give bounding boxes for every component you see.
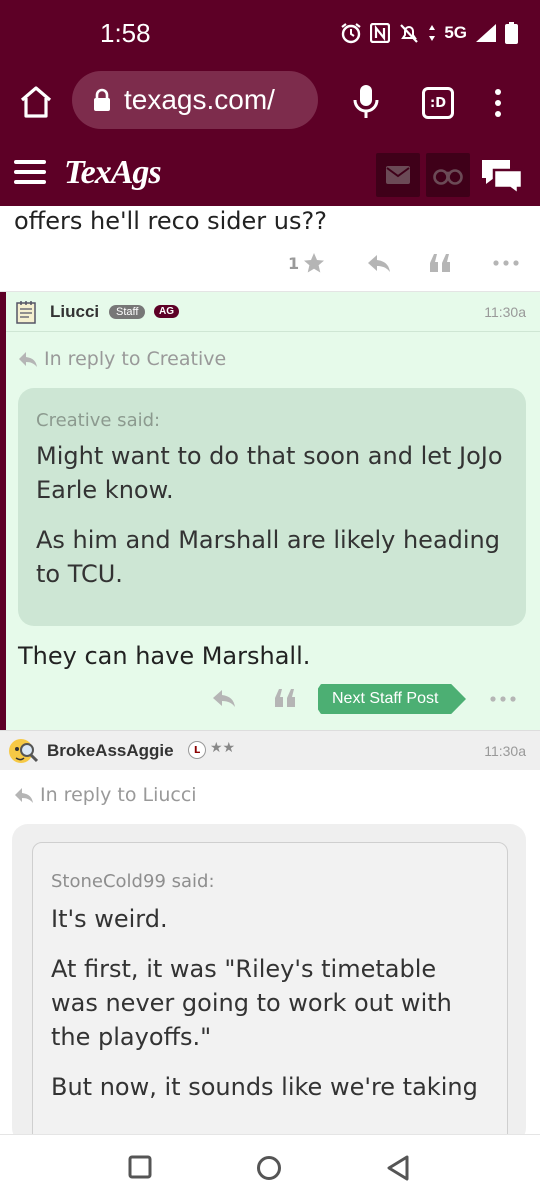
tab-switcher-label: :D: [430, 95, 446, 111]
quote-attribution: Creative said:: [36, 410, 161, 431]
post-header: BrokeAssAggie L ★★ 11:30a: [0, 730, 540, 770]
site-header: TexAgs: [0, 138, 540, 206]
mute-icon: [400, 24, 419, 43]
recents-icon[interactable]: [128, 1155, 152, 1179]
rank-stars: ★★: [210, 740, 236, 756]
post-actions: [212, 688, 296, 708]
in-reply-to-link[interactable]: In reply to Creative: [18, 348, 226, 370]
notepad-avatar-icon[interactable]: [16, 300, 36, 324]
browser-toolbar: texags.com/ :D: [0, 68, 540, 138]
reply-to-text: In reply to Creative: [44, 348, 227, 370]
status-time: 1:58: [100, 18, 151, 48]
signal-icon: [476, 24, 496, 42]
hamburger-menu-icon[interactable]: [14, 160, 46, 186]
url-bar[interactable]: texags.com/: [72, 71, 318, 129]
status-icons: 5G: [340, 22, 518, 44]
staff-post: Liucci Staff AG 11:30a In reply to Creat…: [0, 292, 540, 730]
l-badge: L: [188, 741, 206, 759]
quote-body: Might want to do that soon and let JoJo …: [36, 439, 508, 591]
screen: 1:58 5G texags.com/ :D TexAgs offers he'…: [0, 0, 540, 1200]
reply-arrow-icon: [19, 352, 37, 367]
watch-button[interactable]: [426, 153, 470, 197]
binoculars-icon: [433, 169, 463, 185]
quote-paragraph: As him and Marshall are likely heading t…: [36, 526, 501, 588]
post-actions: 1: [288, 252, 519, 274]
nfc-icon: [370, 23, 391, 43]
quote-block: Creative said: Might want to do that soo…: [18, 388, 526, 626]
home-icon[interactable]: [18, 82, 54, 122]
messages-button[interactable]: [376, 153, 420, 197]
post-text: They can have Marshall.: [18, 642, 311, 670]
reply-icon[interactable]: [367, 253, 391, 273]
staff-badge: Staff: [109, 305, 146, 319]
site-logo[interactable]: TexAgs: [64, 154, 162, 192]
home-circle-icon[interactable]: [256, 1155, 282, 1181]
quote-icon[interactable]: [429, 253, 451, 273]
microphone-icon[interactable]: [352, 84, 380, 120]
back-triangle-icon[interactable]: [386, 1155, 410, 1181]
more-icon[interactable]: [490, 696, 516, 702]
ag-badge: AG: [154, 305, 179, 318]
quote-paragraph: At first, it was "Riley's timetable was …: [51, 955, 452, 1051]
username[interactable]: BrokeAssAggie: [47, 741, 174, 761]
post-header: Liucci Staff AG 11:30a: [6, 292, 540, 332]
alarm-icon: [341, 23, 361, 44]
system-nav-bar: [0, 1134, 540, 1200]
quote-icon[interactable]: [274, 688, 296, 708]
quote-paragraph: Might want to do that soon and let JoJo …: [36, 442, 503, 504]
tab-switcher-button[interactable]: :D: [422, 87, 454, 119]
previous-post: offers he'll reco sider us?? 1: [0, 206, 540, 292]
quote-paragraph: It's weird.: [51, 905, 168, 933]
reply-icon[interactable]: [212, 688, 236, 708]
next-staff-post-button[interactable]: Next Staff Post: [318, 684, 466, 714]
post-time: 11:30a: [484, 304, 526, 320]
chat-icon[interactable]: [480, 156, 524, 196]
star-icon[interactable]: [303, 252, 325, 274]
nested-quote: StoneCold99 said: It's weird. At first, …: [32, 842, 508, 1182]
data-arrows-icon: [429, 25, 436, 41]
username[interactable]: Liucci: [50, 302, 99, 322]
status-bar: 1:58 5G: [0, 0, 540, 68]
reply-to-text: In reply to Liucci: [40, 784, 197, 806]
quote-paragraph: But now, it sounds like we're taking: [51, 1073, 478, 1101]
post-time: 11:30a: [484, 743, 526, 759]
quote-attribution: StoneCold99 said:: [51, 871, 215, 892]
more-icon[interactable]: [493, 260, 519, 266]
overflow-menu-icon[interactable]: [490, 88, 506, 118]
envelope-icon: [386, 166, 410, 184]
star-count: 1: [288, 253, 300, 273]
detective-avatar-icon[interactable]: [8, 736, 38, 766]
quote-body: It's weird. At first, it was "Riley's ti…: [51, 902, 489, 1104]
in-reply-to-link[interactable]: In reply to Liucci: [14, 784, 197, 806]
battery-icon: [505, 22, 518, 44]
lock-icon: [94, 88, 110, 111]
post-text: offers he'll reco sider us??: [14, 207, 327, 235]
reply-arrow-icon: [15, 788, 33, 803]
url-text: texags.com/: [124, 84, 275, 115]
network-label: 5G: [444, 23, 467, 42]
quote-block: StoneCold99 said: It's weird. At first, …: [12, 824, 526, 1182]
